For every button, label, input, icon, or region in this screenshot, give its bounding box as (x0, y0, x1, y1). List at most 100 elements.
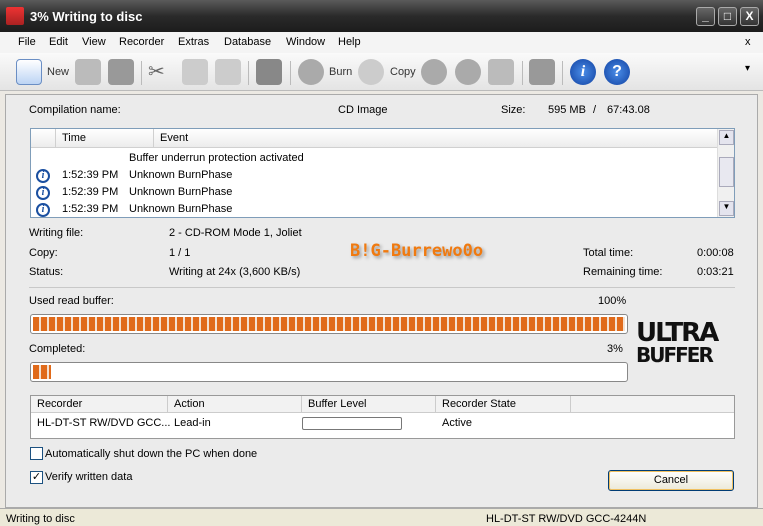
menu-recorder[interactable]: Recorder (119, 36, 164, 48)
read-buffer-label: Used read buffer: (29, 295, 114, 307)
read-buffer-percent: 100% (598, 295, 627, 307)
status-label: Status: (29, 266, 64, 278)
log-scrollbar[interactable]: ▲ ▼ (717, 129, 734, 217)
menu-view[interactable]: View (82, 36, 106, 48)
menu-help[interactable]: Help (338, 36, 361, 48)
verify-checkbox[interactable]: ✓ (30, 471, 43, 484)
log-time: 1:52:39 PM (62, 169, 119, 181)
log-event: Unknown BurnPhase (129, 186, 233, 198)
log-time: 1:52:39 PM (62, 203, 119, 215)
status-bar: Writing to disc HL-DT-ST RW/DVD GCC-4244… (0, 508, 763, 526)
log-time: 1:52:39 PM (62, 186, 119, 198)
verify-label[interactable]: Verify written data (45, 471, 132, 483)
log-event: Unknown BurnPhase (129, 203, 233, 215)
open-icon[interactable] (75, 59, 101, 85)
log-event: Unknown BurnPhase (129, 169, 233, 181)
separator (290, 61, 291, 85)
status-value: Writing at 24x (3,600 KB/s) (169, 266, 301, 278)
paste-icon[interactable] (215, 59, 241, 85)
info-icon: i (36, 169, 50, 183)
column-recorder-state[interactable]: Recorder State (436, 396, 571, 413)
duration-value: 67:43.08 (607, 104, 650, 116)
copy-icon[interactable] (182, 59, 208, 85)
shutdown-checkbox[interactable] (30, 447, 43, 460)
info-icon: i (36, 186, 50, 200)
app-icon (6, 7, 24, 25)
writing-file-value: 2 - CD-ROM Mode 1, Joliet (169, 227, 302, 239)
new-button-label[interactable]: New (47, 66, 69, 78)
title-bar: 3% Writing to disc _ □ X (0, 0, 763, 32)
column-time[interactable]: Time (56, 129, 154, 148)
menu-database[interactable]: Database (224, 36, 271, 48)
column-event[interactable]: Event (154, 129, 717, 148)
status-recorder: HL-DT-ST RW/DVD GCC-4244N (486, 513, 647, 525)
menu-extras[interactable]: Extras (178, 36, 209, 48)
recorder-action: Lead-in (174, 417, 211, 429)
scroll-down-button[interactable]: ▼ (719, 201, 734, 216)
copy-label: Copy: (29, 247, 58, 259)
window-title: 3% Writing to disc (30, 9, 143, 24)
menu-window[interactable]: Window (286, 36, 325, 48)
remaining-time-label: Remaining time: (583, 266, 663, 278)
info-icon[interactable]: i (570, 59, 596, 85)
read-buffer-progress-bar (30, 314, 628, 334)
log-event: Buffer underrun protection activated (129, 152, 304, 164)
folder-icon[interactable] (488, 59, 514, 85)
recorder-name: HL-DT-ST RW/DVD GCC... (37, 417, 171, 429)
ultrabuffer-logo: ULTRA BUFFER (636, 318, 719, 367)
remaining-time-value: 0:03:21 (697, 266, 734, 278)
toolbar-overflow-icon[interactable]: ▾ (745, 63, 750, 74)
read-buffer-fill (33, 317, 625, 331)
event-log[interactable]: Time Event Buffer underrun protection ac… (30, 128, 735, 218)
completed-percent: 3% (607, 343, 623, 355)
size-separator: / (593, 104, 597, 116)
new-icon[interactable] (16, 59, 42, 85)
column-buffer-level[interactable]: Buffer Level (302, 396, 436, 413)
shutdown-label[interactable]: Automatically shut down the PC when done (45, 448, 257, 460)
completed-fill (33, 365, 51, 379)
completed-progress-bar (30, 362, 628, 382)
size-label: Size: (501, 104, 526, 116)
cut-icon[interactable]: ✂ (148, 59, 174, 85)
minimize-button[interactable]: _ (696, 7, 715, 26)
menu-file[interactable]: File (18, 36, 36, 48)
maximize-button[interactable]: □ (718, 7, 737, 26)
buffer-level-bar (302, 417, 402, 430)
scroll-thumb[interactable] (719, 157, 734, 187)
separator (248, 61, 249, 85)
save-icon[interactable] (108, 59, 134, 85)
burn-icon[interactable] (298, 59, 324, 85)
completed-label: Completed: (29, 343, 86, 355)
mdi-close-button[interactable]: x (745, 36, 751, 48)
writing-file-label: Writing file: (29, 227, 84, 239)
column-action[interactable]: Action (168, 396, 302, 413)
watermark: B!G-Burrewo0o (350, 241, 484, 261)
recorder-table: Recorder Action Buffer Level Recorder St… (30, 395, 735, 439)
separator (141, 61, 142, 85)
copy-disc-icon[interactable] (358, 59, 384, 85)
copy-value: 1 / 1 (169, 247, 191, 259)
eject-icon[interactable] (455, 59, 481, 85)
total-time-value: 0:00:08 (697, 247, 734, 259)
separator (522, 61, 523, 85)
total-time-label: Total time: (583, 247, 634, 259)
drive-icon[interactable] (529, 59, 555, 85)
burn-button-label[interactable]: Burn (329, 66, 352, 78)
menu-edit[interactable]: Edit (49, 36, 68, 48)
disc-info-icon[interactable] (421, 59, 447, 85)
compilation-name-label: Compilation name: (29, 104, 121, 116)
compilation-name-value: CD Image (338, 104, 388, 116)
recorder-state: Active (442, 417, 472, 429)
disc-settings-icon[interactable] (256, 59, 282, 85)
help-icon[interactable]: ? (604, 59, 630, 85)
info-icon: i (36, 203, 50, 217)
copy-button-label[interactable]: Copy (390, 66, 416, 78)
cancel-button[interactable]: Cancel (608, 470, 734, 491)
status-text: Writing to disc (6, 513, 75, 525)
toolbar: New ✂ Burn Copy i ? ▾ (0, 53, 763, 91)
menu-bar: File Edit View Recorder Extras Database … (0, 32, 763, 53)
scroll-up-button[interactable]: ▲ (719, 130, 734, 145)
divider (29, 287, 735, 288)
column-recorder[interactable]: Recorder (31, 396, 168, 413)
close-button[interactable]: X (740, 7, 759, 26)
